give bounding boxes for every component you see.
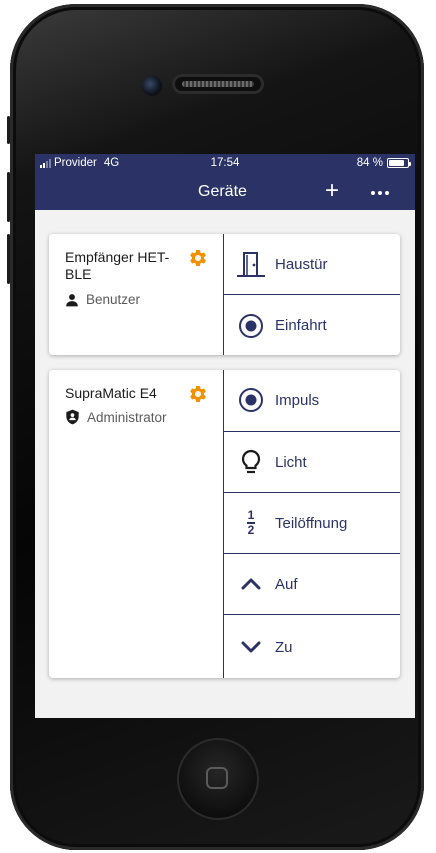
action-zu[interactable]: Zu [224, 614, 400, 679]
action-label: Einfahrt [275, 317, 327, 334]
action-list: Haustür Einfahrt [223, 234, 400, 355]
device-role: Benutzer [65, 292, 140, 307]
action-list: Impuls Licht 12 Teilöffnung Auf Zu [223, 370, 400, 678]
device-info[interactable]: Empfänger HET-BLE Benutzer [49, 234, 223, 355]
shield-icon [66, 409, 79, 425]
front-camera [142, 76, 162, 96]
gear-icon[interactable] [188, 248, 208, 273]
action-label: Zu [275, 638, 293, 656]
action-label: Teilöffnung [275, 514, 348, 532]
role-label: Administrator [87, 409, 167, 425]
action-label: Haustür [275, 255, 328, 273]
action-teiloeffnung[interactable]: 12 Teilöffnung [224, 492, 400, 553]
app-screen: Provider 4G 17:54 84 % Geräte + Empfänge… [35, 154, 415, 718]
device-role: Administrator [65, 409, 167, 425]
fraction-denominator: 2 [247, 522, 255, 537]
home-button[interactable] [177, 738, 259, 820]
page-title: Geräte [198, 183, 247, 200]
volume-down-button [7, 234, 10, 284]
more-icon[interactable] [371, 191, 389, 195]
chevron-up-icon [236, 569, 266, 599]
plus-icon[interactable]: + [321, 178, 343, 204]
action-einfahrt[interactable]: Einfahrt [224, 294, 400, 356]
earpiece-speaker [172, 74, 264, 94]
role-label: Benutzer [86, 292, 141, 307]
chevron-down-icon [236, 632, 266, 662]
gear-icon[interactable] [188, 384, 208, 409]
action-label: Licht [275, 453, 307, 471]
impulse-icon [236, 385, 266, 415]
status-bar: Provider 4G 17:54 84 % [35, 154, 415, 174]
action-impuls[interactable]: Impuls [224, 370, 400, 430]
nav-bar: Geräte + [35, 174, 415, 210]
battery-icon [387, 158, 411, 168]
device-name: SupraMatic E4 [65, 385, 157, 401]
action-haustuer[interactable]: Haustür [224, 234, 400, 294]
action-auf[interactable]: Auf [224, 553, 400, 614]
action-licht[interactable]: Licht [224, 431, 400, 492]
impulse-icon [236, 311, 266, 341]
half-fraction-icon: 12 [236, 508, 266, 538]
volume-up-button [7, 172, 10, 222]
device-info[interactable]: SupraMatic E4 Administrator [49, 370, 223, 678]
door-icon [236, 249, 266, 279]
action-label: Auf [275, 575, 298, 593]
battery-fill [389, 160, 405, 166]
fraction-numerator: 1 [247, 508, 255, 523]
user-icon [66, 293, 78, 306]
action-label: Impuls [275, 391, 320, 409]
status-right: 84 % [356, 157, 411, 169]
device-name: Empfänger HET-BLE [65, 249, 170, 282]
light-bulb-icon [236, 447, 266, 477]
device-card: Empfänger HET-BLE Benutzer Haustür Einfa… [49, 234, 400, 355]
battery-percent: 84 % [356, 157, 383, 169]
home-square-icon [206, 767, 228, 789]
device-card: SupraMatic E4 Administrator Impuls Licht [49, 370, 400, 678]
mute-switch [7, 116, 10, 144]
